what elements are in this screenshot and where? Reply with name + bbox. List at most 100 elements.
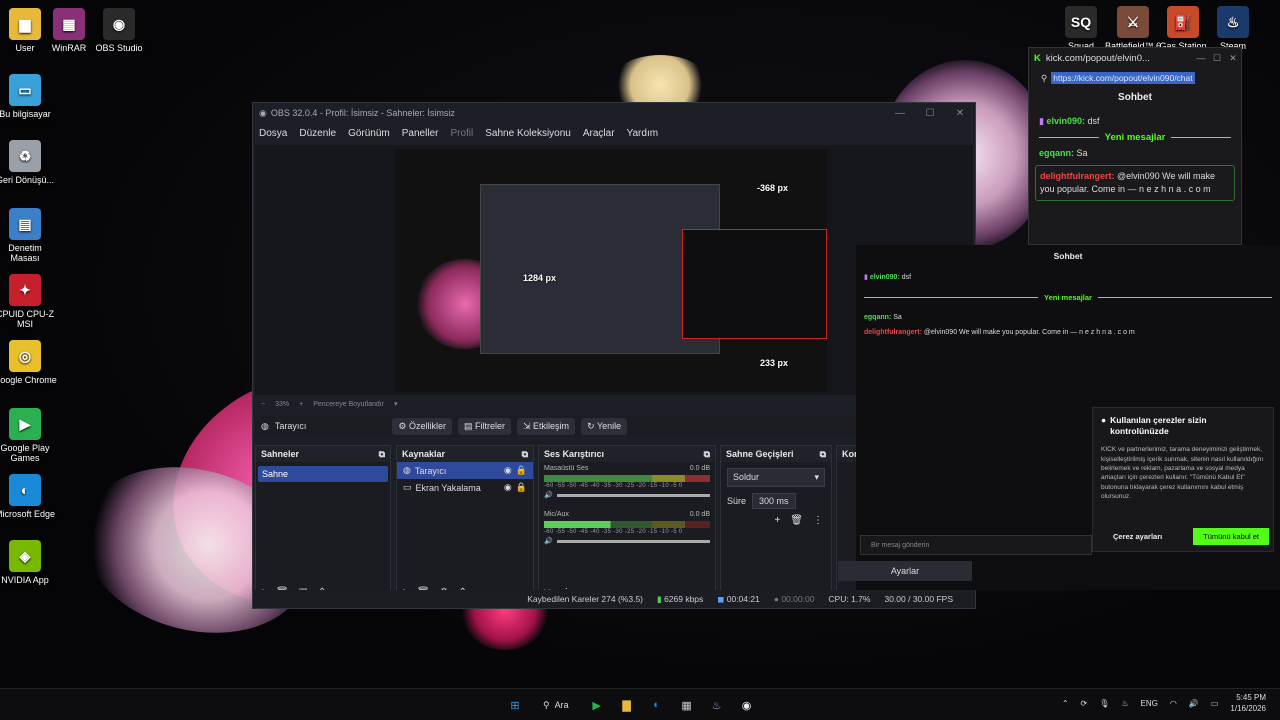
source-item-screen-capture[interactable]: ▭ Ekran Yakalama ◉ 🔒 — [397, 479, 533, 496]
menu-paneller[interactable]: Paneller — [402, 128, 439, 139]
play-games-icon[interactable]: ▶ — [587, 695, 607, 715]
maximize-button[interactable]: ☐ — [915, 108, 945, 119]
undock-icon[interactable]: ⧉ — [522, 449, 528, 460]
browser-popout-window[interactable]: K kick.com/popout/elvin0... — ☐ ✕ ⚲ http… — [1028, 47, 1242, 245]
menu-araclar[interactable]: Araçlar — [583, 128, 615, 139]
cookie-body: KICK ve partnerlerimiz, tarama deneyimin… — [1101, 446, 1264, 501]
more-icon[interactable]: ⋮ — [813, 515, 823, 526]
cookie-settings-button[interactable]: Çerez ayarları — [1101, 529, 1174, 544]
add-icon[interactable]: + — [774, 515, 780, 526]
undock-icon[interactable]: ⧉ — [379, 449, 385, 460]
edge-icon[interactable]: ◐ — [647, 695, 667, 715]
message-input[interactable]: Bir mesaj gönderin — [860, 535, 1092, 555]
undock-icon[interactable]: ⧉ — [820, 449, 826, 460]
preview-canvas[interactable]: 1284 px -368 px 233 px — [395, 149, 827, 392]
speaker-icon[interactable]: 🔊 — [544, 491, 553, 499]
cookie-consent: ● Kullanılan çerezler sizin kontrolünüzd… — [1092, 407, 1274, 552]
scene-item[interactable]: Sahne — [258, 466, 388, 482]
chevron-up-icon[interactable]: ⌃ — [1062, 699, 1069, 708]
obs-taskbar-icon[interactable]: ◉ — [737, 695, 757, 715]
overlay-chat-line: delightfulrangert: @elvin090 We will mak… — [856, 325, 1280, 340]
desktop-icon-nvidia[interactable]: ◈ NVIDIA App — [0, 540, 57, 585]
site-info-icon[interactable]: ⚲ — [1041, 73, 1047, 84]
recycle-bin-icon: ♻ — [9, 140, 41, 172]
chat-username[interactable]: delightfulrangert: — [864, 329, 922, 336]
chevron-down-icon[interactable]: ▾ — [394, 400, 398, 408]
desktop-icon-label: CPUID CPU-Z MSI — [0, 309, 54, 330]
speaker-icon[interactable]: 🔊 — [544, 537, 553, 545]
clock[interactable]: 5:45 PM 1/16/2026 — [1230, 693, 1266, 715]
desktop-icon-steam[interactable]: ♨ Steam — [1201, 6, 1265, 51]
windows-start-icon[interactable]: ⊞ — [505, 695, 525, 715]
browser-tab-title: kick.com/popout/elvin0... — [1045, 52, 1150, 64]
desktop-icon-play-games[interactable]: ▶ Google Play Games — [0, 408, 57, 464]
desktop-icon-control-panel[interactable]: ▤ Denetim Masası — [0, 208, 57, 264]
filters-button[interactable]: ▤ Filtreler — [457, 417, 511, 435]
source-item-browser[interactable]: ◍ Tarayıcı ◉ 🔒 — [397, 462, 533, 479]
preview-browser-source[interactable] — [682, 229, 827, 339]
browser-title-bar[interactable]: K kick.com/popout/elvin0... — ☐ ✕ — [1029, 48, 1241, 68]
desktop-icon-label: OBS Studio — [95, 43, 143, 53]
desktop-icon-recycle-bin[interactable]: ♻ Geri Dönüşü... — [0, 140, 57, 185]
chat-username[interactable]: egqann: — [1039, 148, 1074, 158]
desktop-icon-obs[interactable]: ◉ OBS Studio — [87, 8, 151, 53]
lock-icon[interactable]: 🔒 — [516, 482, 527, 493]
battery-icon[interactable]: ▭ — [1211, 699, 1219, 708]
file-explorer-icon[interactable]: ▇ — [617, 695, 637, 715]
chat-username[interactable]: elvin090: — [870, 274, 900, 281]
minimize-button[interactable]: — — [885, 108, 915, 119]
close-button[interactable]: ✕ — [1225, 53, 1241, 64]
sync-icon[interactable]: ⟳ — [1081, 699, 1088, 708]
undock-icon[interactable]: ⧉ — [704, 449, 710, 460]
sources-dock-header: Kaynaklar ⧉ — [397, 446, 533, 462]
interact-button[interactable]: ⇲ Etkileşim — [517, 417, 576, 435]
kick-logo-icon: K — [1034, 52, 1041, 64]
lock-icon[interactable]: 🔒 — [516, 465, 527, 476]
language-indicator[interactable]: ENG — [1141, 699, 1158, 708]
zoom-in-button[interactable]: + — [299, 401, 303, 408]
desktop-icon-edge[interactable]: ◐ Microsoft Edge — [0, 474, 57, 519]
menu-profil[interactable]: Profil — [450, 128, 473, 139]
taskbar-search[interactable]: ⚲ Ara — [535, 700, 577, 711]
chat-username[interactable]: delightfulrangert: — [1040, 171, 1115, 181]
wifi-icon[interactable]: ◠ — [1170, 699, 1177, 708]
volume-icon[interactable]: 🔊 — [1189, 699, 1199, 708]
address-bar[interactable]: ⚲ https://kick.com/popout/elvin090/chat — [1037, 70, 1233, 86]
zoom-out-button[interactable]: − — [261, 401, 265, 408]
desktop-icon-chrome[interactable]: ◎ Google Chrome — [0, 340, 57, 385]
chat-message: ▮ elvin090: dsf — [1029, 111, 1241, 132]
properties-button[interactable]: ⚙ Özellikler — [392, 417, 452, 435]
trash-icon[interactable]: 🗑 — [790, 515, 803, 526]
close-button[interactable]: ✕ — [945, 108, 975, 119]
steam-icon[interactable]: ♨ — [707, 695, 727, 715]
maximize-button[interactable]: ☐ — [1209, 53, 1225, 64]
url-text[interactable]: https://kick.com/popout/elvin090/chat — [1051, 72, 1195, 84]
desktop-icon-label: Google Chrome — [0, 375, 57, 385]
transition-select[interactable]: Soldur ▾ — [727, 468, 825, 487]
steam-tray-icon[interactable]: ♨ — [1121, 699, 1128, 708]
chevron-down-icon: ▾ — [814, 472, 819, 482]
eye-icon[interactable]: ◉ — [504, 465, 512, 476]
menu-sahne-koleksiyonu[interactable]: Sahne Koleksiyonu — [485, 128, 571, 139]
zoom-mode[interactable]: Pencereye Boyutlandır — [313, 401, 384, 408]
sources-dock: Kaynaklar ⧉ ◍ Tarayıcı ◉ 🔒 ▭ Ekran Yakal… — [396, 445, 534, 603]
volume-slider[interactable] — [556, 493, 710, 497]
desktop-icon-computer[interactable]: ▭ Bu bilgisayar — [0, 74, 57, 119]
chat-username[interactable]: egqann: — [864, 314, 891, 321]
chat-username[interactable]: elvin090: — [1046, 116, 1085, 126]
menu-yardim[interactable]: Yardım — [627, 128, 659, 139]
desktop-icon-cpuz[interactable]: ✦ CPUID CPU-Z MSI — [0, 274, 57, 330]
obs-title-bar[interactable]: ◉ OBS 32.0.4 - Profil: İsimsiz - Sahnele… — [253, 103, 975, 123]
microphone-icon[interactable]: 🎙 — [1099, 699, 1109, 708]
duration-input[interactable]: 300 ms — [752, 493, 796, 509]
volume-slider[interactable] — [556, 539, 710, 543]
minimize-button[interactable]: — — [1193, 53, 1209, 64]
settings-button[interactable]: Ayarlar — [838, 561, 972, 581]
menu-duzenle[interactable]: Düzenle — [299, 128, 336, 139]
accept-all-button[interactable]: Tümünü kabul et — [1193, 528, 1269, 545]
store-icon[interactable]: ▦ — [677, 695, 697, 715]
refresh-button[interactable]: ↻ Yenile — [581, 417, 628, 435]
menu-gorunum[interactable]: Görünüm — [348, 128, 390, 139]
eye-icon[interactable]: ◉ — [504, 482, 512, 493]
menu-dosya[interactable]: Dosya — [259, 128, 287, 139]
